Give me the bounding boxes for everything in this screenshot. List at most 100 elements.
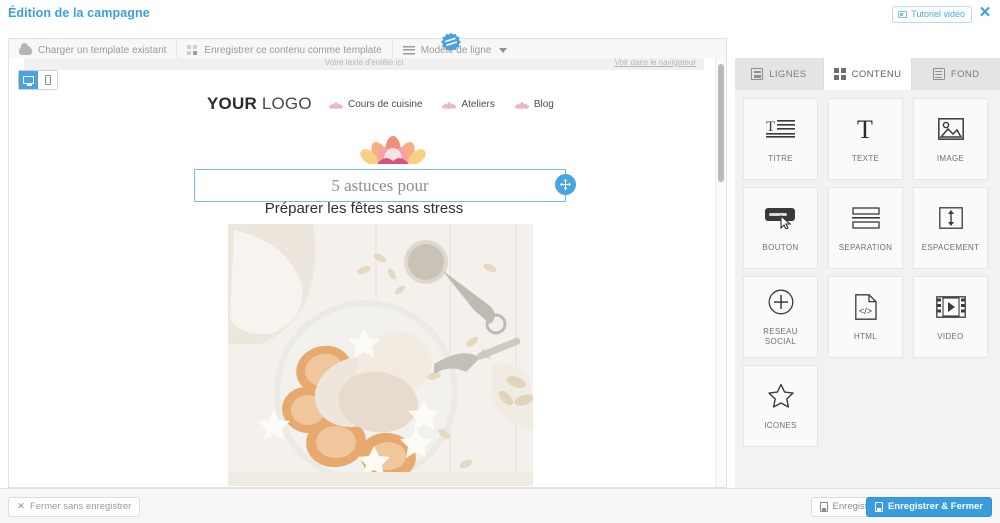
block-label: TEXTE: [851, 154, 880, 163]
tab-lignes[interactable]: LIGNES: [735, 58, 824, 90]
block-html[interactable]: </> HTML: [828, 276, 903, 358]
x-icon: ✕: [17, 501, 25, 513]
svg-text:T: T: [857, 116, 873, 142]
save-doc-icon: [874, 502, 883, 512]
block-label: HTML: [854, 332, 877, 341]
logo-bold-text: YOUR: [207, 94, 257, 113]
nav-item-ateliers[interactable]: Ateliers: [442, 98, 495, 110]
subtitle-text: Préparer les fêtes sans stress: [264, 200, 464, 217]
move-handle-icon[interactable]: [555, 174, 576, 195]
block-titre[interactable]: T TITRE: [743, 98, 818, 180]
lotus-icon: [329, 101, 343, 109]
email-canvas: Votre texte d'entête ici Voir dans le na…: [8, 58, 727, 488]
block-label: ICONES: [764, 421, 797, 430]
nav-label: Blog: [533, 98, 554, 110]
block-texte[interactable]: T TEXTE: [828, 98, 903, 180]
logo-light-text: LOGO: [256, 94, 312, 113]
email-nav: Cours de cuisine Ateliers Blog: [329, 99, 554, 110]
tab-label: LIGNES: [769, 68, 807, 80]
email-preview: Votre texte d'entête ici Voir dans le na…: [9, 58, 719, 487]
monitor-icon: [23, 76, 34, 86]
save-as-template-label: Enregistrer ce contenu comme template: [204, 44, 382, 56]
block-video[interactable]: VIDEO: [913, 276, 988, 358]
new-feature-badge-icon[interactable]: [441, 32, 461, 52]
tab-contenu[interactable]: CONTENU: [823, 58, 913, 90]
tutorial-video-button[interactable]: Tutoriel vidéo: [892, 6, 972, 23]
panel-tabs: LIGNES CONTENU FOND: [735, 58, 1000, 90]
block-reseau-social[interactable]: RESEAU SOCIAL: [743, 276, 818, 358]
star-icon: [767, 381, 794, 411]
image-icon: [937, 114, 964, 144]
subtitle-block[interactable]: Préparer les fêtes sans stress: [24, 200, 704, 217]
block-separation[interactable]: SEPARATION: [828, 187, 903, 269]
block-label: RESEAU SOCIAL: [763, 327, 798, 346]
nav-item-blog[interactable]: Blog: [514, 98, 554, 110]
load-template-label: Charger un template existant: [38, 44, 167, 56]
block-espacement[interactable]: ESPACEMENT: [913, 187, 988, 269]
save-and-close-button[interactable]: Enregistrer & Fermer: [865, 497, 992, 517]
device-toggle: [18, 70, 58, 90]
cloud-icon: [19, 42, 32, 55]
block-label: VIDEO: [937, 332, 964, 341]
food-photo: [228, 224, 533, 486]
tab-label: FOND: [950, 68, 980, 80]
footer-bar: ✕ Fermer sans enregistrer Enregistrer En…: [0, 488, 1000, 523]
block-label: SEPARATION: [838, 243, 893, 252]
campaign-editor: Édition de la campagne Tutoriel vidéo ✕ …: [0, 0, 1000, 523]
close-without-saving-label: Fermer sans enregistrer: [29, 501, 132, 513]
video-film-icon: [935, 292, 966, 322]
button-icon: [764, 203, 797, 233]
lotus-hero-icon: [360, 136, 426, 164]
block-label: BOUTON: [762, 243, 799, 252]
block-label: ESPACEMENT: [921, 243, 980, 252]
block-icones[interactable]: ICONES: [743, 365, 818, 447]
background-icon: [932, 68, 945, 80]
html-code-icon: </>: [854, 292, 877, 322]
lines-icon: [402, 45, 415, 55]
nav-item-cours[interactable]: Cours de cuisine: [329, 99, 422, 110]
content-block-list: T TITRE T TEXTE IMAGE BOUTON SEPARATION …: [735, 90, 1000, 488]
selected-title-block[interactable]: 5 astuces pour: [194, 169, 566, 202]
view-in-browser-link[interactable]: Voir dans le navigateur: [615, 58, 696, 67]
page-title: Édition de la campagne: [8, 6, 150, 20]
social-plus-icon: [768, 287, 794, 317]
separator-icon: [851, 203, 880, 233]
squares-icon: [833, 68, 846, 80]
block-bouton[interactable]: BOUTON: [743, 187, 818, 269]
text-icon: T: [853, 114, 879, 144]
content-panel: LIGNES CONTENU FOND T TITRE T TEXTE IMAG…: [735, 58, 1000, 488]
nav-label: Ateliers: [461, 98, 495, 110]
preheader-text: Votre texte d'entête ici: [324, 58, 404, 67]
email-header-row[interactable]: YOUR LOGO Cours de cuisine Ateliers Blog: [24, 86, 704, 122]
nav-label: Cours de cuisine: [348, 98, 423, 110]
title-text: 5 astuces pour: [331, 175, 429, 195]
spacer-icon: [938, 203, 963, 233]
tutorial-video-label: Tutoriel vidéo: [911, 9, 965, 19]
canvas-scrollbar-thumb[interactable]: [718, 64, 724, 182]
block-image[interactable]: IMAGE: [913, 98, 988, 180]
top-bar: Édition de la campagne Tutoriel vidéo ✕: [0, 0, 1000, 28]
svg-text:</>: </>: [859, 306, 872, 316]
block-label: TITRE: [768, 154, 793, 163]
device-mobile-button[interactable]: [38, 71, 57, 89]
close-icon[interactable]: ✕: [977, 5, 993, 21]
tab-label: CONTENU: [851, 68, 902, 80]
preheader-bar[interactable]: Votre texte d'entête ici Voir dans le na…: [24, 58, 704, 70]
tab-fond[interactable]: FOND: [912, 58, 1000, 90]
svg-text:T: T: [766, 119, 775, 135]
grid-save-icon: [187, 44, 199, 56]
save-doc-icon: [819, 502, 828, 512]
email-body: YOUR LOGO Cours de cuisine Ateliers Blog…: [24, 70, 704, 487]
close-without-saving-button[interactable]: ✕ Fermer sans enregistrer: [8, 497, 141, 517]
hero-image-block[interactable]: [228, 224, 533, 486]
video-icon: [898, 11, 908, 18]
block-label: IMAGE: [936, 154, 965, 163]
heading-icon: T: [765, 114, 796, 144]
device-desktop-button[interactable]: [19, 71, 38, 89]
brand-logo: YOUR LOGO: [207, 94, 312, 114]
save-and-close-label: Enregistrer & Fermer: [887, 501, 983, 513]
phone-icon: [44, 75, 51, 85]
rows-icon: [751, 68, 764, 80]
lotus-icon: [514, 101, 529, 109]
lotus-icon: [442, 101, 457, 109]
